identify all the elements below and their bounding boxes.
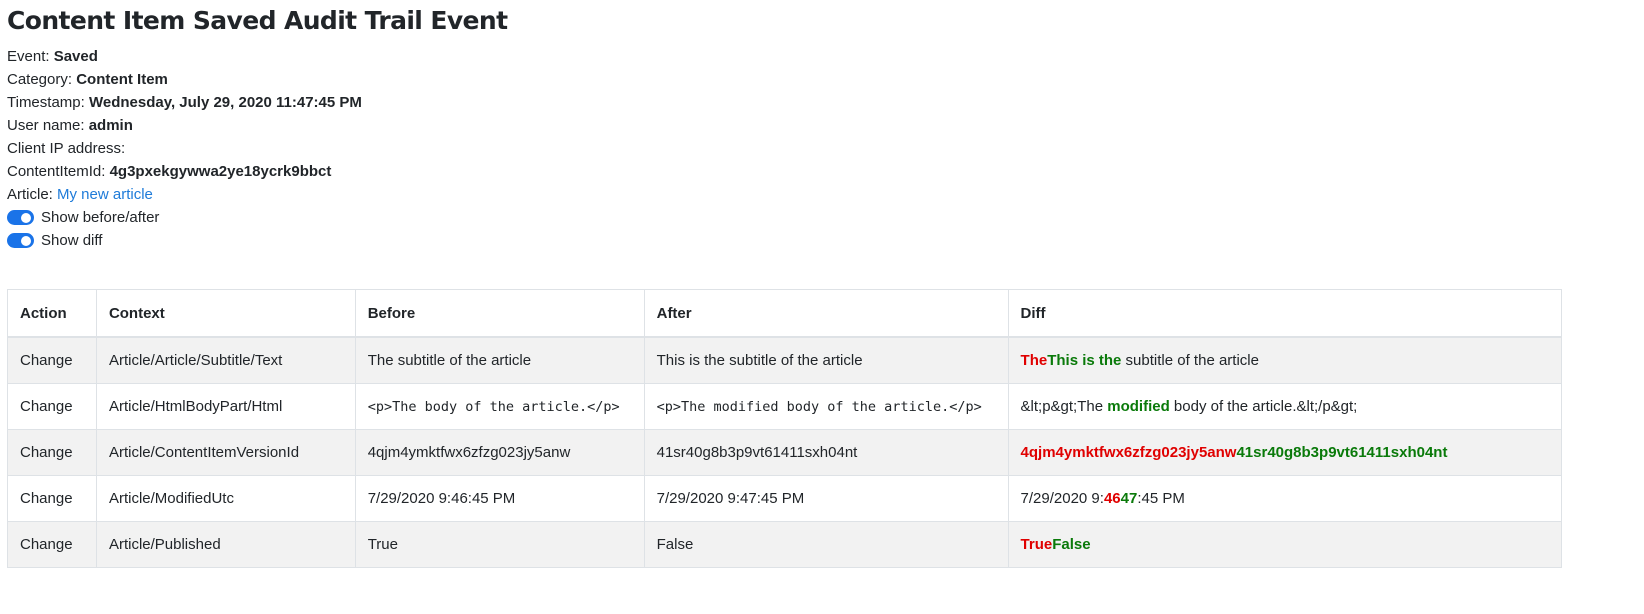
after-cell: False: [643, 521, 1009, 568]
action-cell: Change: [7, 429, 97, 476]
diff-added-text: 41sr40g8b3p9vt61411sxh04nt: [1236, 444, 1448, 461]
context-cell: Article/ModifiedUtc: [95, 475, 356, 522]
article-line: Article: My new article: [7, 183, 1637, 206]
show-before-after-toggle[interactable]: Show before/after: [7, 206, 1637, 229]
category-line: Category: Content Item: [7, 68, 1637, 91]
diff-cell: &lt;p&gt;The modified body of the articl…: [1007, 383, 1563, 430]
action-cell: Change: [7, 475, 97, 522]
diff-unchanged-text: 7/29/2020 9:: [1020, 490, 1104, 507]
diff-removed-text: True: [1020, 536, 1053, 553]
content-item-id-label: ContentItemId:: [7, 163, 106, 180]
column-header-after: After: [643, 289, 1009, 338]
table-row: Change Article/ContentItemVersionId 4qjm…: [7, 429, 1563, 476]
timestamp-label: Timestamp:: [7, 94, 85, 111]
switch-knob: [21, 235, 31, 246]
show-before-after-label: Show before/after: [41, 209, 160, 226]
action-cell: Change: [7, 336, 97, 384]
audit-trail-page: Content Item Saved Audit Trail Event Eve…: [0, 0, 1644, 252]
table-row: Change Article/HtmlBodyPart/Html <p>The …: [7, 383, 1563, 430]
diff-added-text: modified: [1107, 398, 1170, 415]
context-cell: Article/Published: [95, 521, 356, 568]
context-cell: Article/Article/Subtitle/Text: [95, 336, 356, 384]
column-header-context: Context: [95, 289, 356, 338]
column-header-action: Action: [7, 289, 97, 338]
diff-switch[interactable]: [7, 233, 34, 248]
table-row: Change Article/Published True False True…: [7, 521, 1563, 568]
action-cell: Change: [7, 521, 97, 568]
diff-cell: TrueFalse: [1007, 521, 1563, 568]
context-cell: Article/HtmlBodyPart/Html: [95, 383, 356, 430]
category-value: Content Item: [76, 71, 168, 88]
show-diff-label: Show diff: [41, 232, 103, 249]
timestamp-line: Timestamp: Wednesday, July 29, 2020 11:4…: [7, 91, 1637, 114]
event-label: Event:: [7, 48, 50, 65]
user-name-value: admin: [88, 117, 133, 134]
context-cell: Article/ContentItemVersionId: [95, 429, 356, 476]
audit-table: Action Context Before After Diff Change …: [7, 289, 1563, 568]
content-item-id-value: 4g3pxekgywwa2ye18ycrk9bbct: [109, 163, 332, 180]
diff-unchanged-text: :45 PM: [1137, 490, 1185, 507]
table-row: Change Article/ModifiedUtc 7/29/2020 9:4…: [7, 475, 1563, 522]
article-link[interactable]: My new article: [57, 186, 153, 203]
before-cell: 4qjm4ymktfwx6zfzg023jy5anw: [354, 429, 645, 476]
diff-cell: TheThis is the subtitle of the article: [1007, 336, 1563, 384]
timestamp-value: Wednesday, July 29, 2020 11:47:45 PM: [88, 94, 362, 111]
show-diff-toggle[interactable]: Show diff: [7, 229, 1637, 252]
column-header-diff: Diff: [1007, 289, 1563, 338]
diff-added-text: This is the: [1047, 352, 1122, 369]
diff-unchanged-text: &lt;p&gt;The: [1020, 398, 1108, 415]
before-cell: The subtitle of the article: [354, 336, 645, 384]
table-row: Change Article/Article/Subtitle/Text The…: [7, 336, 1563, 384]
before-cell: True: [354, 521, 645, 568]
before-cell: <p>The body of the article.</p>: [354, 383, 645, 430]
diff-removed-text: 4qjm4ymktfwx6zfzg023jy5anw: [1020, 444, 1237, 461]
user-name-line: User name: admin: [7, 114, 1637, 137]
after-cell: This is the subtitle of the article: [643, 336, 1009, 384]
client-ip-line: Client IP address:: [7, 137, 1637, 160]
switch-knob: [21, 212, 31, 223]
diff-added-text: False: [1052, 536, 1091, 553]
after-cell: <p>The modified body of the article.</p>: [643, 383, 1009, 430]
diff-unchanged-text: subtitle of the article: [1121, 352, 1259, 369]
diff-cell: 7/29/2020 9:4647:45 PM: [1007, 475, 1563, 522]
event-line: Event: Saved: [7, 45, 1637, 68]
after-cell: 41sr40g8b3p9vt61411sxh04nt: [643, 429, 1009, 476]
diff-unchanged-text: body of the article.&lt;/p&gt;: [1169, 398, 1358, 415]
category-label: Category:: [7, 71, 73, 88]
event-value: Saved: [53, 48, 98, 65]
before-cell: 7/29/2020 9:46:45 PM: [354, 475, 645, 522]
article-label: Article:: [7, 186, 53, 203]
after-cell: 7/29/2020 9:47:45 PM: [643, 475, 1009, 522]
table-header-row: Action Context Before After Diff: [7, 289, 1563, 338]
page-title: Content Item Saved Audit Trail Event: [7, 6, 508, 35]
content-item-id-line: ContentItemId: 4g3pxekgywwa2ye18ycrk9bbc…: [7, 160, 1637, 183]
before-after-switch[interactable]: [7, 210, 34, 225]
column-header-before: Before: [354, 289, 645, 338]
user-name-label: User name:: [7, 117, 85, 134]
diff-removed-text: 46: [1103, 490, 1121, 507]
diff-cell: 4qjm4ymktfwx6zfzg023jy5anw41sr40g8b3p9vt…: [1007, 429, 1563, 476]
action-cell: Change: [7, 383, 97, 430]
diff-added-text: 47: [1120, 490, 1138, 507]
diff-removed-text: The: [1020, 352, 1048, 369]
client-ip-label: Client IP address:: [7, 140, 126, 157]
